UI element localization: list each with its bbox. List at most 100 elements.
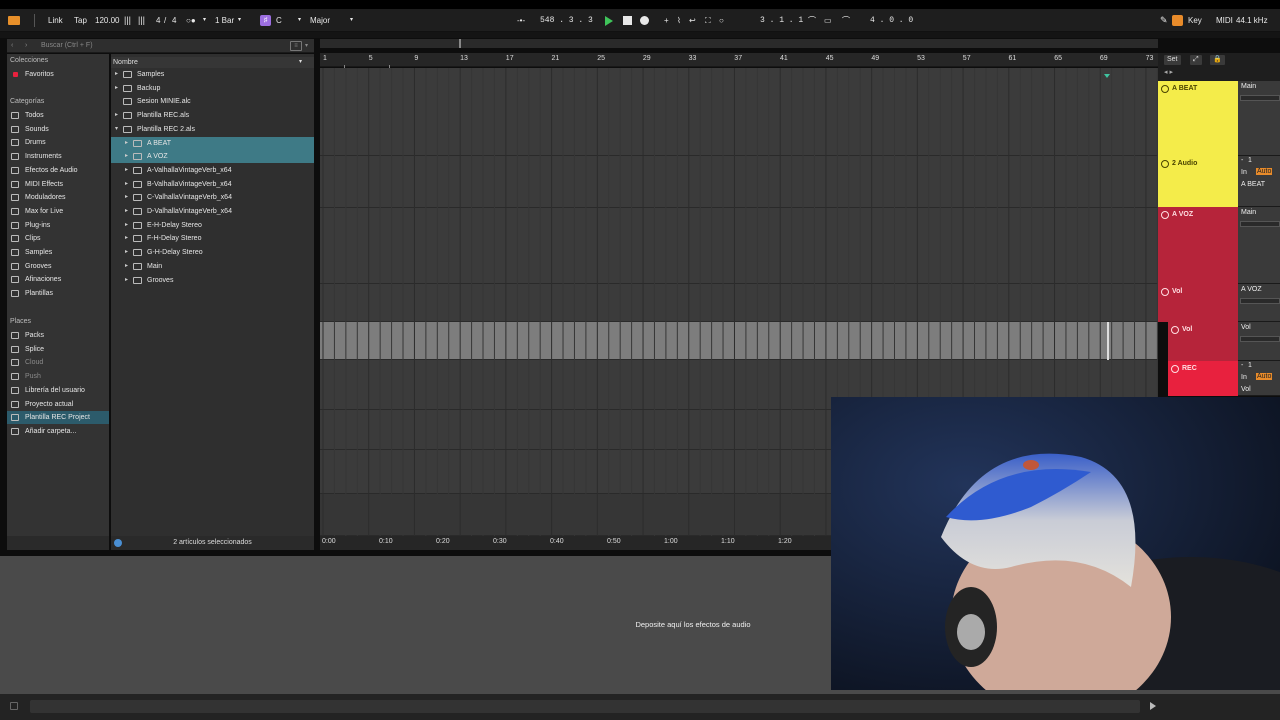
- track-header[interactable]: A BEAT: [1158, 81, 1238, 156]
- monitor-auto-button[interactable]: Auto: [1256, 373, 1273, 380]
- link-button[interactable]: Link: [48, 9, 63, 32]
- expand-arrow-icon[interactable]: ▸: [125, 191, 128, 204]
- file-row[interactable]: ▸ D-ValhallaVintageVerb_x64: [111, 205, 314, 218]
- file-row[interactable]: ▸ Grooves: [111, 274, 314, 287]
- sidebar-item-category[interactable]: Max for Live: [7, 205, 109, 218]
- sidebar-item-favorites[interactable]: Favoritos: [7, 68, 109, 81]
- file-row[interactable]: ▸ A-ValhallaVintageVerb_x64: [111, 164, 314, 177]
- file-row[interactable]: ▸ Main: [111, 260, 314, 273]
- input-channel-label[interactable]: -: [1241, 362, 1243, 369]
- chevron-down-icon[interactable]: ▾: [305, 39, 308, 53]
- session-record-icon[interactable]: ○: [719, 9, 724, 32]
- track-name[interactable]: A VOZ: [1172, 211, 1193, 218]
- scale-mode-dropdown[interactable]: Major: [310, 9, 330, 32]
- output-routing-label[interactable]: A VOZ: [1241, 286, 1262, 293]
- file-row[interactable]: Sesion MINIE.alc: [111, 95, 314, 108]
- nav-arrows-icon[interactable]: ◂ ▸: [1164, 68, 1173, 76]
- output-routing-label[interactable]: Main: [1241, 83, 1256, 90]
- sidebar-item-category[interactable]: Afinaciones: [7, 273, 109, 286]
- nudge-icon[interactable]: |||: [138, 9, 145, 32]
- routing-dropdown[interactable]: [1240, 95, 1280, 101]
- track-lane[interactable]: [320, 156, 1158, 208]
- key-map-button[interactable]: Key: [1188, 9, 1202, 32]
- scale-root-dropdown[interactable]: C: [276, 9, 282, 32]
- track-lane-selected[interactable]: [320, 322, 1158, 360]
- fold-icon[interactable]: [1161, 288, 1169, 296]
- expand-arrow-icon[interactable]: ▸: [125, 150, 128, 163]
- expand-arrow-icon[interactable]: ▸: [125, 164, 128, 177]
- input-source-label[interactable]: A BEAT: [1241, 181, 1265, 188]
- track-name[interactable]: Vol: [1172, 288, 1182, 295]
- expand-arrow-icon[interactable]: ▸: [125, 260, 128, 273]
- track-lane[interactable]: [320, 208, 1158, 284]
- file-row[interactable]: ▸ Samples: [111, 68, 314, 81]
- forward-arrow-icon[interactable]: ›: [25, 39, 27, 53]
- track-header[interactable]: A VOZ: [1158, 207, 1238, 284]
- metronome-icon[interactable]: |||: [124, 9, 131, 32]
- punch-in-icon[interactable]: ⌒: [808, 9, 816, 32]
- output-routing-label[interactable]: Main: [1241, 209, 1256, 216]
- help-icon[interactable]: [114, 539, 122, 547]
- output-routing-label[interactable]: Vol: [1241, 324, 1251, 331]
- fold-icon[interactable]: [1171, 365, 1179, 373]
- expand-arrow-icon[interactable]: ▸: [115, 109, 118, 122]
- draw-mode-icon[interactable]: ✎: [1160, 9, 1168, 32]
- tempo-field[interactable]: 120.00: [95, 9, 119, 32]
- optimize-icon[interactable]: ⤢: [1190, 55, 1202, 65]
- automation-arm-icon[interactable]: ⌇: [677, 9, 681, 32]
- sidebar-item-category[interactable]: Grooves: [7, 260, 109, 273]
- capture-icon[interactable]: ⛶: [705, 9, 711, 32]
- record-button[interactable]: [640, 16, 649, 25]
- name-column-header[interactable]: Nombre ▾: [111, 57, 314, 68]
- play-button[interactable]: [605, 16, 613, 26]
- sidebar-item-category[interactable]: Plantillas: [7, 287, 109, 300]
- sidebar-item-category[interactable]: Clips: [7, 232, 109, 245]
- track-header[interactable]: Vol: [1158, 284, 1238, 322]
- track-header[interactable]: Vol: [1168, 322, 1238, 361]
- file-row[interactable]: ▸ A BEAT: [111, 136, 314, 150]
- track-name[interactable]: Vol: [1182, 326, 1192, 333]
- horizontal-scrollbar[interactable]: [30, 700, 1140, 713]
- sidebar-item-place[interactable]: Cloud: [7, 356, 109, 369]
- input-channel-label[interactable]: -: [1241, 157, 1243, 164]
- filter-icon[interactable]: ≡: [290, 41, 302, 51]
- sidebar-item-category[interactable]: Instruments: [7, 150, 109, 163]
- sidebar-item-category[interactable]: Todos: [7, 109, 109, 122]
- sidebar-item-place[interactable]: Plantilla REC Project: [7, 411, 109, 425]
- file-row[interactable]: ▸ G-H-Delay Stereo: [111, 246, 314, 259]
- play-icon[interactable]: [1150, 702, 1156, 710]
- sidebar-item-category[interactable]: Efectos de Audio: [7, 164, 109, 177]
- file-row[interactable]: ▸ A VOZ: [111, 150, 314, 164]
- track-name[interactable]: REC: [1182, 365, 1197, 372]
- sidebar-item-place[interactable]: Packs: [7, 329, 109, 342]
- sidebar-item-place[interactable]: Push: [7, 370, 109, 383]
- expand-arrow-icon[interactable]: ▸: [125, 246, 128, 259]
- time-signature-num[interactable]: 4: [156, 9, 160, 32]
- expand-arrow-icon[interactable]: ▸: [125, 205, 128, 218]
- midi-map-button[interactable]: MIDI: [1216, 9, 1233, 32]
- tap-button[interactable]: Tap: [74, 9, 87, 32]
- back-arrow-icon[interactable]: ‹: [11, 39, 13, 53]
- song-position-field[interactable]: 548 . 3 . 3: [540, 9, 593, 32]
- stop-button[interactable]: [623, 16, 632, 25]
- monitor-auto-button[interactable]: Auto: [1256, 168, 1273, 175]
- arrangement-overview[interactable]: [320, 39, 1158, 48]
- sidebar-item-category[interactable]: Plug-ins: [7, 219, 109, 232]
- quantize-dropdown[interactable]: 1 Bar: [215, 9, 234, 32]
- file-row[interactable]: ▸ B-ValhallaVintageVerb_x64: [111, 178, 314, 191]
- input-channel-number[interactable]: 1: [1248, 157, 1252, 164]
- sidebar-item-category[interactable]: Drums: [7, 136, 109, 149]
- sidebar-item-place[interactable]: Proyecto actual: [7, 398, 109, 411]
- sidebar-item-category[interactable]: Sounds: [7, 123, 109, 136]
- file-row[interactable]: ▸ C-ValhallaVintageVerb_x64: [111, 191, 314, 204]
- sidebar-item-place[interactable]: Splice: [7, 343, 109, 356]
- fold-icon[interactable]: [1161, 85, 1169, 93]
- expand-arrow-icon[interactable]: ▸: [115, 82, 118, 95]
- file-row[interactable]: ▾ Plantilla REC 2.als: [111, 123, 314, 136]
- track-name[interactable]: 2 Audio: [1172, 160, 1197, 167]
- track-lane[interactable]: [320, 68, 1158, 156]
- expand-arrow-icon[interactable]: ▸: [125, 137, 128, 150]
- input-channel-number[interactable]: 1: [1248, 362, 1252, 369]
- lock-icon[interactable]: 🔒: [1210, 55, 1225, 65]
- expand-arrow-icon[interactable]: ▸: [125, 178, 128, 191]
